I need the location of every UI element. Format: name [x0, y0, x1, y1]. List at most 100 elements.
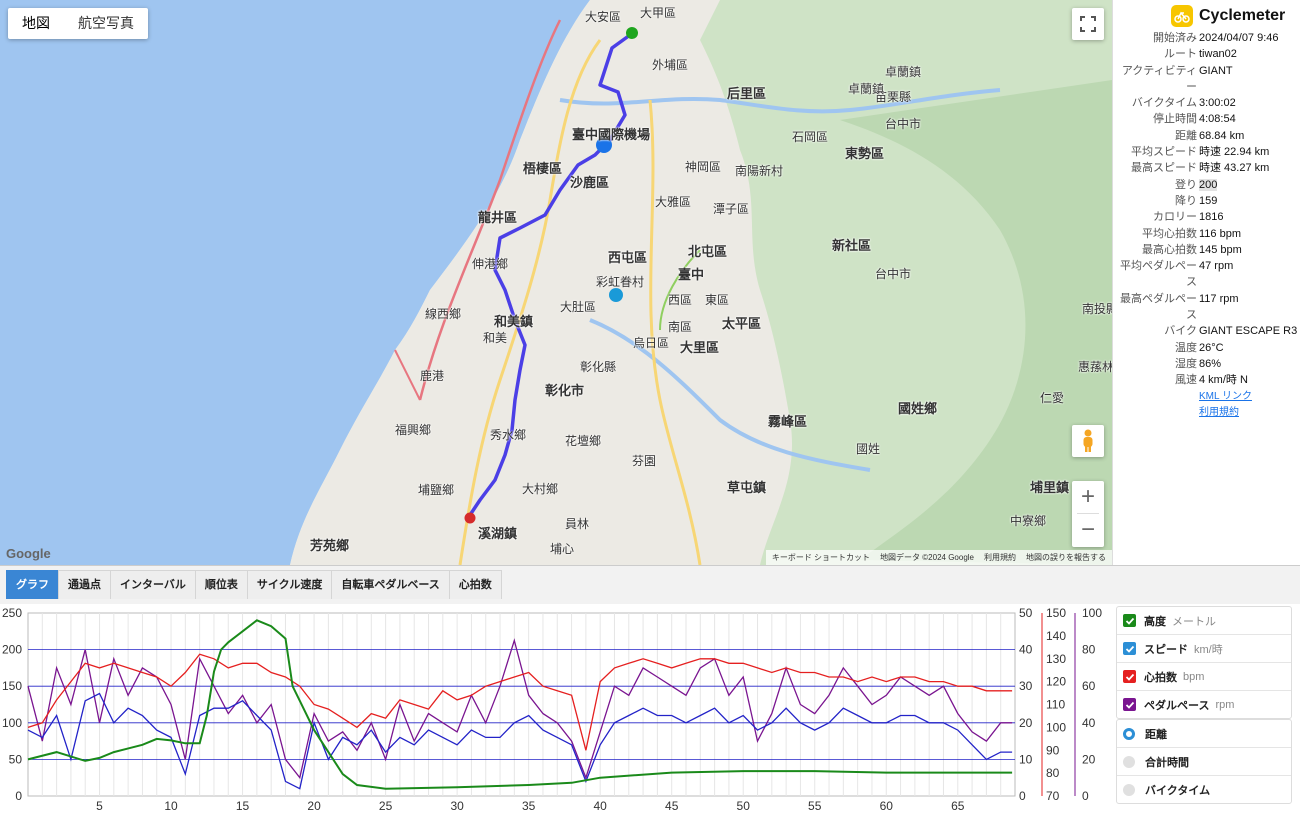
x-tick-label: 50 [737, 799, 751, 813]
map-place-label: 中寮鄉 [1010, 514, 1047, 528]
radio-icon[interactable] [1123, 755, 1135, 768]
map-place-label: 東勢區 [845, 146, 885, 161]
map-place-label: 北屯區 [688, 244, 728, 259]
map-place-label: 潭子區 [713, 202, 750, 216]
street-view-pegman[interactable] [1072, 425, 1104, 457]
series-unit: メートル [1172, 615, 1216, 628]
stat-label: 最高スピード [1131, 162, 1197, 175]
radio-icon[interactable] [1123, 727, 1135, 740]
zoom-in-button[interactable]: + [1072, 481, 1104, 513]
satellite-button[interactable]: 航空写真 [64, 8, 148, 39]
altitude-tick-label: 0 [15, 789, 22, 803]
checkbox-checked-icon[interactable] [1123, 642, 1136, 655]
kml-link[interactable]: KML リンク [1113, 389, 1300, 405]
x-axis-option[interactable]: 合計時間 [1117, 748, 1291, 776]
zoom-out-button[interactable]: − [1072, 514, 1104, 546]
checkbox-checked-icon[interactable] [1123, 698, 1136, 711]
heart-rate-tick-label: 150 [1046, 606, 1066, 620]
series-toggle[interactable]: 高度 メートル [1117, 607, 1291, 635]
radio-icon[interactable] [1123, 783, 1135, 796]
map-place-label: 秀水鄉 [490, 428, 527, 442]
stat-value: 116 bpm [1199, 227, 1241, 240]
map-place-label: 台中市 [885, 117, 922, 131]
checkbox-checked-icon[interactable] [1123, 670, 1136, 683]
series-toggle[interactable]: スピード km/時 [1117, 635, 1291, 663]
cadence-tick-label: 40 [1082, 716, 1096, 730]
checkbox-checked-icon[interactable] [1123, 614, 1136, 627]
tab-0[interactable]: グラフ [6, 570, 59, 599]
stat-value: 時速 43.27 km [1199, 162, 1270, 175]
route-map[interactable]: 地図 航空写真 + − 大甲區 大安區 外埔區 后里區 卓蘭鎮 苗栗縣 卓蘭鎮 臺中國際機場石… [0, 0, 1112, 565]
terms-link[interactable]: 利用規約 [984, 552, 1016, 563]
x-axis-option[interactable]: 距離 [1117, 720, 1291, 748]
map-place-label: 彰化縣 [580, 360, 617, 374]
heart-rate-tick-label: 120 [1046, 675, 1066, 689]
map-place-label: 埔里鎮 [1030, 480, 1070, 495]
terms-of-use-link[interactable]: 利用規約 [1113, 405, 1300, 421]
stat-row: 最高ペダルペース 117 rpm [1113, 291, 1300, 324]
x-axis-option-label: バイクタイム [1145, 784, 1211, 797]
tab-3[interactable]: 順位表 [194, 570, 248, 599]
report-error-link[interactable]: 地図の誤りを報告する [1026, 552, 1106, 563]
tab-2[interactable]: インターバル [110, 570, 196, 599]
ride-summary-panel: Cyclemeter 開始済み 2024/04/07 9:46 ルート tiwan02… [1112, 0, 1300, 565]
stat-row: 開始済み 2024/04/07 9:46 [1113, 30, 1300, 46]
stat-value: 159 [1199, 194, 1218, 207]
map-place-label: 神岡區 [685, 160, 722, 174]
altitude-tick-label: 250 [2, 606, 22, 620]
stat-row: 湿度 86% [1113, 356, 1300, 372]
stat-value: 86% [1199, 357, 1222, 370]
map-place-label: 惠蓀林 [1078, 360, 1112, 374]
map-place-label: 南投縣 [1082, 302, 1112, 316]
map-place-label: 仁愛 [1040, 391, 1065, 405]
heart-rate-tick-label: 70 [1046, 789, 1060, 803]
ride-chart: 0501001502002500102030405070809010011012… [2, 606, 1102, 813]
map-place-label: 大里區 [680, 340, 720, 355]
map-place-label: 彩虹眷村 [596, 275, 645, 289]
tab-5[interactable]: 自転車ペダルベース [331, 570, 450, 599]
map-place-label: 臺中國際機場 [572, 127, 651, 142]
stat-row: 停止時間 4:08:54 [1113, 111, 1300, 127]
stat-label: 平均心拍数 [1142, 227, 1197, 240]
series-toggle[interactable]: ペダルペース rpm [1117, 691, 1291, 718]
cadence-tick-label: 60 [1082, 679, 1096, 693]
fullscreen-button[interactable] [1072, 8, 1104, 40]
stat-row: アクティビティー GIANT [1113, 63, 1300, 96]
stat-label: 最高心拍数 [1142, 243, 1197, 256]
map-place-label: 大甲區 [640, 6, 677, 20]
x-axis-option[interactable]: バイクタイム [1117, 776, 1291, 803]
x-axis-options-box: 距離 合計時間バイクタイム [1116, 719, 1292, 804]
stats-list: 開始済み 2024/04/07 9:46 ルート tiwan02 アクティビティー GIA… [1113, 30, 1300, 389]
map-place-label: 南區 [668, 320, 693, 334]
series-toggle[interactable]: 心拍数 bpm [1117, 663, 1291, 691]
x-tick-label: 5 [96, 799, 103, 813]
keyboard-shortcuts-link[interactable]: キーボード ショートカット [772, 552, 870, 563]
map-place-label: 花壇鄉 [565, 434, 602, 448]
map-place-label: 鹿港 [420, 369, 445, 383]
tab-4[interactable]: サイクル速度 [246, 570, 333, 599]
stat-row: 風速 4 km/時 N [1113, 372, 1300, 388]
heart-rate-tick-label: 130 [1046, 652, 1066, 666]
tab-1[interactable]: 通過点 [58, 570, 111, 599]
stat-value: 47 rpm [1199, 260, 1234, 273]
series-name: 高度 [1144, 615, 1166, 628]
stat-row: ルート tiwan02 [1113, 46, 1300, 62]
map-place-label: 伸港鄉 [472, 257, 509, 271]
x-tick-label: 55 [808, 799, 822, 813]
map-place-label: 線西鄉 [425, 307, 462, 321]
cadence-tick-label: 100 [1082, 606, 1102, 620]
map-type-toggle: 地図 航空写真 [8, 8, 148, 39]
series-toggle-box: 高度 メートル スピード km/時 心拍数 bpm ペダルペース rpm [1116, 606, 1292, 719]
map-place-label: 后里區 [727, 86, 767, 101]
stat-label: 開始済み [1153, 32, 1197, 44]
map-button[interactable]: 地図 [8, 8, 64, 39]
map-place-label: 草屯鎮 [727, 480, 767, 495]
stat-value: 1816 [1199, 211, 1224, 224]
google-logo: Google [6, 546, 51, 561]
x-tick-label: 15 [236, 799, 250, 813]
tab-6[interactable]: 心拍数 [448, 570, 502, 599]
map-place-label: 霧峰區 [768, 414, 808, 429]
x-tick-label: 65 [951, 799, 965, 813]
map-place-label: 埔心 [550, 542, 575, 556]
map-place-label: 西區 [668, 293, 693, 307]
